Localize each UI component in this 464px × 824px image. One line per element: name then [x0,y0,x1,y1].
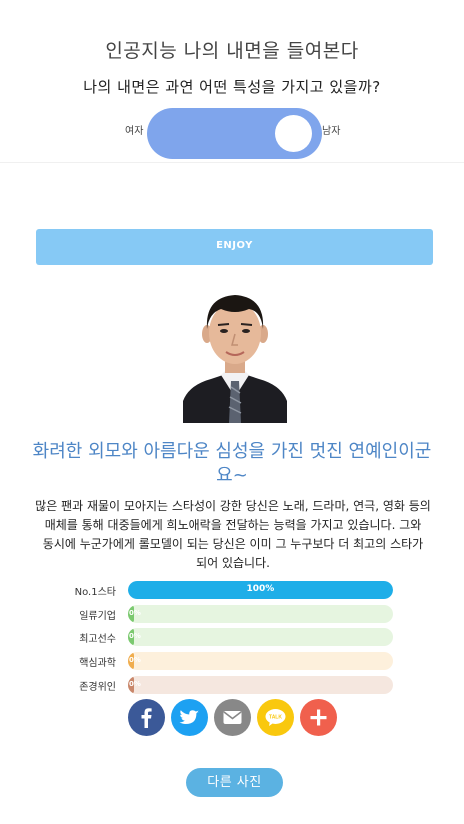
stat-percent: 100% [246,584,275,594]
kakaotalk-label: TALK [269,714,282,720]
result-photo [183,289,287,423]
stat-row: No.1스타 100% [40,581,400,599]
stat-label: No.1스타 [74,587,116,598]
kakaotalk-icon: TALK [265,709,286,726]
kakaotalk-share-button[interactable]: TALK [257,699,294,736]
gender-label-male[interactable]: 남자 [322,122,340,137]
plus-icon [310,709,327,726]
gender-label-female[interactable]: 여자 [125,122,143,137]
twitter-icon [179,710,199,724]
stat-label: 일류기업 [79,611,116,622]
facebook-icon [141,708,152,728]
stat-row: 일류기업 0% [40,605,400,623]
enjoy-button[interactable]: ENJOY [36,229,433,265]
result-description: 많은 팬과 재물이 모아지는 스타성이 강한 당신은 노래, 드라마, 연극, … [35,499,431,570]
stat-row: 존경위인 0% [40,676,400,694]
stat-row: 핵심과학 0% [40,652,400,670]
stat-bar-track: 0% [128,652,393,670]
gender-toggle[interactable] [147,108,322,159]
section-divider [0,162,464,163]
stat-percent: 0% [129,632,141,640]
result-title: 화려한 외모와 아름다운 심성을 가진 멋진 연예인이군요~ [32,441,432,486]
facebook-share-button[interactable] [128,699,165,736]
toggle-knob[interactable] [275,115,312,152]
email-icon [223,711,242,724]
twitter-share-button[interactable] [171,699,208,736]
stat-percent: 0% [129,680,141,688]
stat-label: 존경위인 [79,682,116,693]
stat-bar-track: 0% [128,676,393,694]
stat-label: 최고선수 [79,634,116,645]
stat-percent: 0% [129,609,141,617]
more-share-button[interactable] [300,699,337,736]
stat-row: 최고선수 0% [40,628,400,646]
stat-label: 핵심과학 [79,658,116,669]
retry-photo-button[interactable]: 다른 사진 [186,768,283,797]
page-title: 인공지능 나의 내면을 들여본다 [105,40,359,62]
email-share-button[interactable] [214,699,251,736]
stat-percent: 0% [129,656,141,664]
share-buttons: TALK [128,699,338,737]
stat-bar-track: 0% [128,605,393,623]
page-subtitle: 나의 내면은 과연 어떤 특성을 가지고 있을까? [83,78,381,96]
stat-bar-track: 100% [128,581,393,599]
stat-bar-track: 0% [128,628,393,646]
